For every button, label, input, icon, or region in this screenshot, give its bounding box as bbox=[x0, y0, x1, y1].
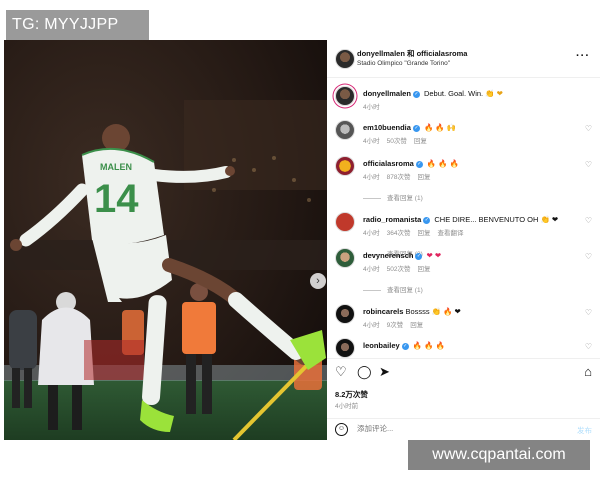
heart-icon[interactable]: ♡ bbox=[585, 216, 592, 225]
caption-user[interactable]: donyellmalen bbox=[363, 89, 411, 98]
post-panel: donyellmalen 和 officialasroma Stadio Oli… bbox=[327, 40, 600, 440]
translate-button[interactable]: 查看翻译 bbox=[437, 230, 463, 237]
reply-button[interactable]: 回复 bbox=[417, 174, 430, 181]
verified-icon: ✓ bbox=[415, 160, 423, 168]
heart-icon[interactable]: ♡ bbox=[585, 308, 592, 317]
reply-button[interactable]: 回复 bbox=[417, 266, 430, 273]
like-count[interactable]: 8.2万次赞 bbox=[335, 389, 368, 400]
post-image[interactable]: MALEN 14 › ● bbox=[4, 40, 327, 440]
author-avatar[interactable] bbox=[335, 49, 355, 69]
reply-button[interactable]: 回复 bbox=[417, 230, 430, 237]
comment-text: 🔥 🔥 🔥 bbox=[412, 341, 445, 350]
comment-likes[interactable]: 502次赞 bbox=[387, 266, 411, 273]
commenter-avatar[interactable] bbox=[335, 156, 355, 176]
author-names[interactable]: donyellmalen 和 officialasroma bbox=[357, 48, 467, 59]
reply-button[interactable]: 回复 bbox=[414, 138, 427, 145]
comment-likes[interactable]: 9次赞 bbox=[387, 322, 404, 329]
more-icon[interactable]: ··· bbox=[576, 50, 590, 62]
jersey-name: MALEN bbox=[100, 162, 132, 172]
comment-text: CHE DIRE... BENVENUTO OH 👏 ❤ bbox=[434, 215, 559, 224]
heart-icon[interactable]: ♡ bbox=[585, 160, 592, 169]
caption-text: Debut. Goal. Win. bbox=[423, 89, 484, 98]
commenter-avatar[interactable] bbox=[335, 338, 355, 358]
action-bar: ♡ ◯ ➤ ⌂ bbox=[327, 358, 600, 380]
caption-avatar[interactable] bbox=[335, 86, 355, 106]
verified-icon: ✓ bbox=[415, 252, 423, 260]
comment-time: 4小时 bbox=[363, 174, 380, 181]
post-comment-button[interactable]: 发布 bbox=[577, 425, 592, 436]
verified-icon: ✓ bbox=[412, 90, 420, 98]
add-comment-bar: ☺ 发布 bbox=[327, 418, 600, 440]
verified-icon: ✓ bbox=[423, 216, 431, 224]
comment-likes[interactable]: 364次赞 bbox=[387, 230, 411, 237]
comment-likes[interactable]: 50次赞 bbox=[387, 138, 407, 145]
comment-text: 🔥 🔥 🔥 bbox=[426, 159, 460, 168]
commenter-avatar[interactable] bbox=[335, 248, 355, 268]
comment-user[interactable]: em10buendia bbox=[363, 123, 411, 132]
comment-time: 4小时 bbox=[363, 322, 380, 329]
heart-icon[interactable]: ♡ bbox=[585, 124, 592, 133]
comment-likes[interactable]: 878次赞 bbox=[387, 174, 411, 181]
commenter-avatar[interactable] bbox=[335, 212, 355, 232]
caption-time: 4小时 bbox=[363, 104, 380, 111]
heart-icon[interactable]: ♡ bbox=[585, 252, 592, 261]
post-header: donyellmalen 和 officialasroma Stadio Oli… bbox=[327, 40, 600, 78]
commenter-avatar[interactable] bbox=[335, 120, 355, 140]
reply-button[interactable]: 回复 bbox=[410, 322, 423, 329]
commenter-avatar[interactable] bbox=[335, 304, 355, 324]
carousel-next-button[interactable]: › bbox=[310, 273, 326, 289]
emoji-icon[interactable]: ☺ bbox=[335, 423, 348, 436]
comment-user[interactable]: leonbailey bbox=[363, 341, 400, 350]
comment-text: 🔥 🔥 🙌 bbox=[423, 123, 457, 132]
comment-time: 4小时 bbox=[363, 138, 380, 145]
comment-time: 4小时 bbox=[363, 266, 380, 273]
comment-text: Bossss 👏 🔥 ❤ bbox=[405, 307, 461, 316]
player-photo: MALEN 14 bbox=[4, 40, 327, 440]
comment-icon[interactable]: ◯ bbox=[357, 365, 372, 378]
view-replies-button[interactable]: 查看回复 (1) bbox=[363, 284, 423, 294]
comment-time: 4小时 bbox=[363, 230, 380, 237]
comment-user[interactable]: devynerensch bbox=[363, 251, 413, 260]
share-icon[interactable]: ➤ bbox=[379, 365, 390, 378]
comment-user[interactable]: robincarels bbox=[363, 307, 403, 316]
watermark-bottom: www.cqpantai.com bbox=[408, 440, 590, 470]
jersey-number: 14 bbox=[94, 177, 139, 221]
post-location[interactable]: Stadio Olimpico "Grande Torino" bbox=[357, 60, 450, 67]
comment-user[interactable]: radio_romanista bbox=[363, 215, 421, 224]
post-time: 4小时前 bbox=[335, 403, 359, 410]
verified-icon: ✓ bbox=[412, 124, 420, 132]
caption-emojis: 👏 ❤ bbox=[485, 89, 503, 98]
like-heart-icon[interactable]: ♡ bbox=[335, 365, 347, 378]
watermark-top: TG: MYYJJPP bbox=[6, 10, 149, 40]
heart-icon[interactable]: ♡ bbox=[585, 342, 592, 351]
verified-icon: ✓ bbox=[401, 342, 409, 350]
comment-text: ❤ ❤ bbox=[426, 251, 442, 260]
view-replies-button[interactable]: 查看回复 (1) bbox=[363, 192, 423, 202]
bookmark-icon[interactable]: ⌂ bbox=[584, 365, 592, 378]
comment-input[interactable] bbox=[357, 424, 557, 433]
comment-user[interactable]: officialasroma bbox=[363, 159, 414, 168]
